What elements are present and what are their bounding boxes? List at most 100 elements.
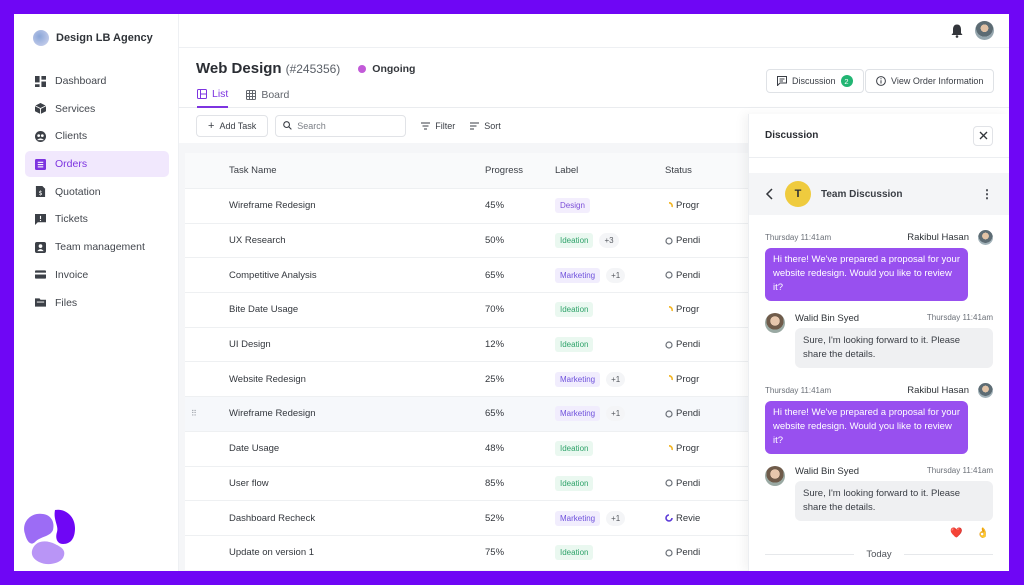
sidebar-item-team-management[interactable]: Team management xyxy=(25,234,169,260)
tab-board[interactable]: Board xyxy=(246,88,289,108)
column-header-label[interactable]: Label xyxy=(555,165,665,176)
task-label-cell[interactable]: Design xyxy=(555,198,665,214)
dashboard-icon xyxy=(35,75,46,87)
task-progress: 70% xyxy=(485,304,505,316)
task-name[interactable]: Competitive Analysis xyxy=(185,270,485,281)
task-name[interactable]: Website Redesign xyxy=(185,374,485,385)
task-name[interactable]: Dashboard Recheck xyxy=(185,513,485,524)
task-name[interactable]: UI Design xyxy=(185,339,485,350)
chat-icon xyxy=(777,76,787,86)
sidebar-item-dashboard[interactable]: Dashboard xyxy=(25,68,169,94)
sort-button[interactable]: Sort xyxy=(470,121,501,131)
more-labels-badge[interactable]: +3 xyxy=(599,233,619,249)
task-name[interactable]: Update on version 1 xyxy=(185,547,485,558)
label-chip: Ideation xyxy=(555,441,594,457)
status-pending-icon xyxy=(665,236,673,245)
sidebar-item-invoice[interactable]: Invoice xyxy=(25,262,169,288)
table-row[interactable]: Competitive Analysis 65% Marketing +1 Pendi xyxy=(185,257,765,292)
reaction-emoji[interactable]: 👌 xyxy=(977,528,989,539)
column-header-progress[interactable]: Progress xyxy=(485,165,555,176)
task-name[interactable]: Wireframe Redesign xyxy=(185,200,485,211)
table-row[interactable]: Update on version 1 75% Ideation Pendi xyxy=(185,534,765,570)
sidebar-item-tickets[interactable]: Tickets xyxy=(25,206,169,232)
page-header: Web Design (#245356) Ongoing List Board … xyxy=(179,48,1009,108)
back-chevron-icon[interactable] xyxy=(765,188,775,200)
message-time: Thursday 11:41am xyxy=(765,386,832,395)
info-icon xyxy=(876,76,886,86)
user-avatar[interactable] xyxy=(975,21,994,40)
message-reactions: ❤️ 👌 xyxy=(795,528,993,539)
filter-button[interactable]: Filter xyxy=(421,121,455,131)
table-row[interactable]: Date Usage 48% Ideation Progr xyxy=(185,430,765,466)
more-labels-badge[interactable]: +1 xyxy=(606,510,626,526)
sidebar-item-quotation[interactable]: $ Quotation xyxy=(25,179,169,205)
filter-label: Filter xyxy=(435,120,456,131)
status-review-icon xyxy=(665,514,673,522)
brand[interactable]: Design LB Agency xyxy=(33,30,153,46)
task-label-cell[interactable]: Ideation xyxy=(555,337,665,353)
task-label-cell[interactable]: Ideation xyxy=(555,475,665,491)
table-row[interactable]: Website Redesign 25% Marketing +1 Progr xyxy=(185,361,765,396)
task-name[interactable]: User flow xyxy=(185,478,485,489)
sidebar-item-orders[interactable]: Orders xyxy=(25,151,169,178)
message-outgoing: Thursday 11:41am Rakibul Hasan Hi there! W… xyxy=(765,383,993,454)
notification-bell-icon[interactable] xyxy=(951,24,963,38)
folder-icon xyxy=(35,297,46,308)
search-input[interactable] xyxy=(297,120,398,131)
sidebar-item-services[interactable]: Services xyxy=(25,96,169,122)
add-task-button[interactable]: + Add Task xyxy=(196,114,269,137)
task-label-cell[interactable]: Ideation xyxy=(555,302,665,318)
task-label-cell[interactable]: Marketing +1 xyxy=(555,406,665,422)
ticket-icon xyxy=(35,213,46,225)
task-label-cell[interactable]: Marketing +1 xyxy=(555,510,665,526)
task-label-cell[interactable]: Ideation +3 xyxy=(555,233,665,249)
status-dot-icon xyxy=(358,65,367,73)
status-label: Revie xyxy=(676,512,701,524)
tab-list[interactable]: List xyxy=(197,88,229,108)
label-chip: Ideation xyxy=(555,233,594,249)
view-order-information-button[interactable]: View Order Information xyxy=(865,69,995,93)
drag-handle-icon[interactable]: ⠿ xyxy=(191,409,197,418)
task-label-cell[interactable]: Marketing +1 xyxy=(555,267,665,283)
more-options-icon[interactable]: ⋮ xyxy=(981,187,993,201)
task-label-cell[interactable]: Ideation xyxy=(555,545,665,561)
table-row[interactable]: Bite Date Usage 70% Ideation Progr xyxy=(185,292,765,327)
status-pending-icon xyxy=(665,549,673,557)
table-row[interactable]: ⠿ Wireframe Redesign 65% Marketing +1 Pendi xyxy=(185,396,765,431)
sort-icon xyxy=(470,122,480,129)
table-row[interactable]: UI Design 12% Ideation Pendi xyxy=(185,326,765,362)
task-progress: 45% xyxy=(485,200,505,212)
task-name[interactable]: Bite Date Usage xyxy=(185,304,485,315)
discussion-panel-title: Discussion xyxy=(765,130,819,141)
column-header-task-name[interactable]: Task Name xyxy=(185,165,485,176)
status-pending-icon xyxy=(665,410,673,418)
task-name[interactable]: UX Research xyxy=(185,235,485,246)
label-chip: Marketing xyxy=(555,406,601,422)
date-divider: Today xyxy=(765,549,993,560)
task-label-cell[interactable]: Ideation xyxy=(555,441,665,457)
status-progress-icon xyxy=(665,201,673,210)
search-field[interactable] xyxy=(275,114,407,137)
sidebar-item-files[interactable]: Files xyxy=(25,290,169,316)
task-label-cell[interactable]: Marketing +1 xyxy=(555,371,665,387)
reaction-emoji[interactable]: ❤️ xyxy=(950,528,962,539)
task-name[interactable]: Wireframe Redesign xyxy=(185,408,485,419)
table-row[interactable]: Dashboard Recheck 52% Marketing +1 Revie xyxy=(185,500,765,535)
sender-avatar xyxy=(765,466,785,486)
sidebar-item-clients[interactable]: Clients xyxy=(25,123,169,149)
more-labels-badge[interactable]: +1 xyxy=(606,371,626,387)
table-row[interactable]: User flow 85% Ideation Pendi xyxy=(185,465,765,501)
sidebar: Design LB Agency Dashboard Services Clie… xyxy=(14,14,179,571)
label-chip: Ideation xyxy=(555,545,594,561)
status-label: Pendi xyxy=(676,477,701,489)
status-label: Pendi xyxy=(676,408,701,420)
more-labels-badge[interactable]: +1 xyxy=(606,267,626,283)
message-sender: Rakibul Hasan xyxy=(907,232,969,243)
more-labels-badge[interactable]: +1 xyxy=(606,406,626,422)
sidebar-nav: Dashboard Services Clients Orders $ Quot… xyxy=(25,68,169,317)
close-button[interactable] xyxy=(973,125,993,146)
table-row[interactable]: UX Research 50% Ideation +3 Pendi xyxy=(185,222,765,258)
discussion-button[interactable]: Discussion 2 xyxy=(766,69,864,93)
task-name[interactable]: Date Usage xyxy=(185,443,485,454)
table-row[interactable]: Wireframe Redesign 45% Design Progr xyxy=(185,188,765,223)
